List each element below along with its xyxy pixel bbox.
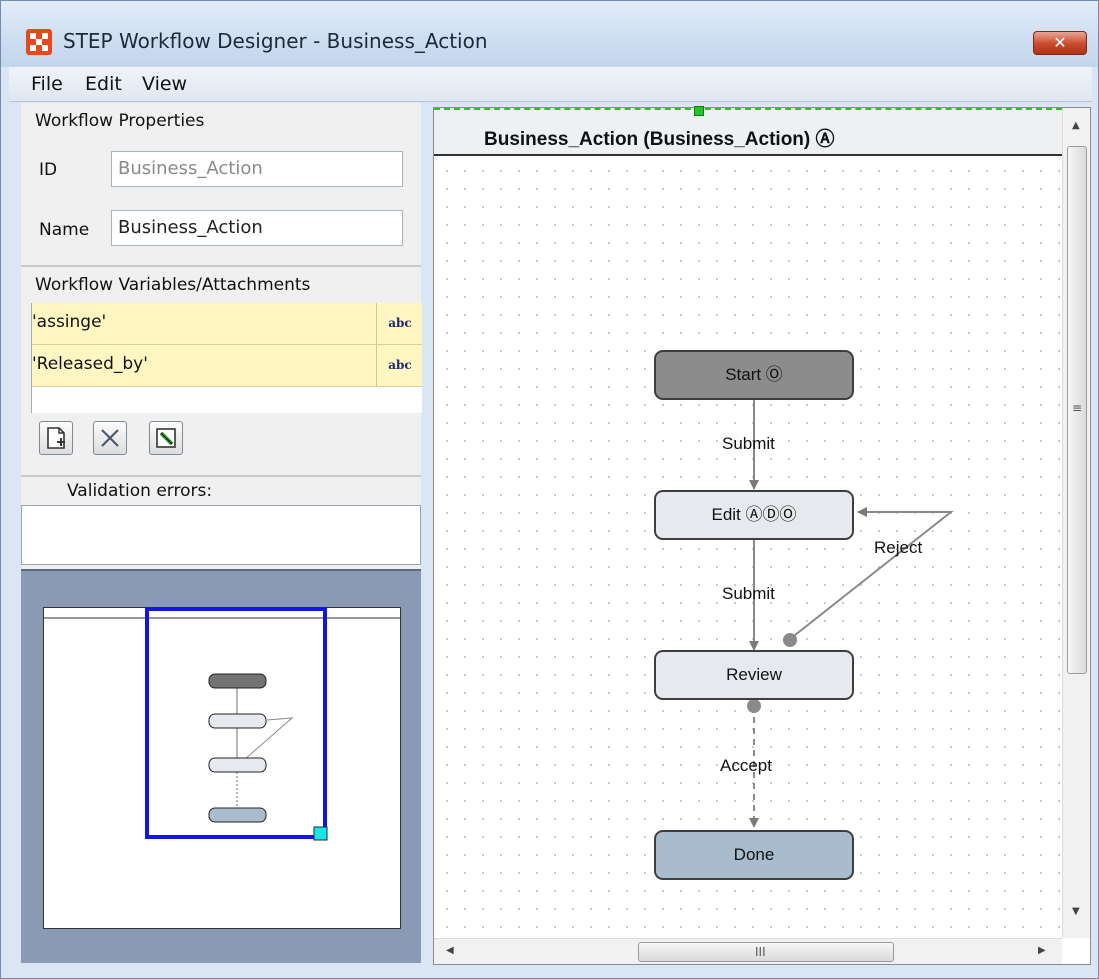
edge-source-dot bbox=[783, 633, 797, 647]
edge-label-submit: Submit bbox=[722, 434, 775, 453]
name-field[interactable]: Business_Action bbox=[111, 210, 403, 246]
workflow-canvas-title: Business_Action (Business_Action) Ⓐ bbox=[484, 129, 835, 150]
app-logo-icon bbox=[26, 29, 52, 55]
overview-minimap[interactable] bbox=[21, 569, 421, 963]
scroll-down-arrow-icon[interactable]: ▼ bbox=[1072, 906, 1080, 917]
horizontal-scroll-thumb[interactable]: III bbox=[638, 942, 894, 962]
node-done[interactable]: Done bbox=[654, 830, 854, 880]
new-document-icon bbox=[47, 427, 65, 449]
edit-variable-button[interactable] bbox=[149, 421, 183, 455]
menu-edit[interactable]: Edit bbox=[85, 73, 122, 95]
title-bar[interactable]: STEP Workflow Designer - Business_Action… bbox=[1, 1, 1098, 67]
edge-label-accept: Accept bbox=[720, 756, 772, 775]
node-review[interactable]: Review bbox=[654, 650, 854, 700]
validation-errors-title: Validation errors: bbox=[67, 481, 213, 501]
name-label: Name bbox=[39, 220, 90, 240]
scroll-grip-icon: ≡ bbox=[1072, 401, 1083, 415]
workflow-designer-window: STEP Workflow Designer - Business_Action… bbox=[0, 0, 1099, 979]
variable-name: 'Released_by' bbox=[32, 354, 148, 374]
horizontal-scrollbar[interactable]: ◀ III ▶ bbox=[434, 938, 1062, 964]
viewport-frame[interactable] bbox=[21, 571, 421, 965]
validation-errors-box bbox=[21, 505, 421, 565]
id-label: ID bbox=[39, 160, 58, 180]
node-start[interactable]: Start Ⓞ bbox=[654, 350, 854, 400]
window-title: STEP Workflow Designer - Business_Action bbox=[63, 29, 488, 53]
edge-label-reject: Reject bbox=[874, 538, 923, 557]
menu-file[interactable]: File bbox=[31, 73, 63, 95]
menu-view[interactable]: View bbox=[142, 73, 187, 95]
vertical-scroll-thumb[interactable]: ≡ bbox=[1067, 146, 1087, 674]
close-icon: ✕ bbox=[1053, 33, 1067, 52]
viewport-resize-handle[interactable] bbox=[313, 826, 328, 841]
scroll-right-arrow-icon[interactable]: ▶ bbox=[1038, 945, 1046, 956]
separator bbox=[21, 265, 421, 267]
workflow-variables-title: Workflow Variables/Attachments bbox=[35, 275, 311, 295]
canvas-header[interactable]: Business_Action (Business_Action) Ⓐ bbox=[434, 106, 1062, 156]
separator bbox=[21, 475, 421, 477]
variable-name: 'assinge' bbox=[32, 312, 107, 332]
node-edit[interactable]: Edit ⒶⒹⓄ bbox=[654, 490, 854, 540]
variables-list[interactable]: 'assinge' abc 'Released_by' abc bbox=[31, 303, 422, 413]
edge-source-dot bbox=[747, 699, 761, 713]
header-resize-handle[interactable] bbox=[694, 106, 704, 116]
workflow-canvas-panel: Business_Action (Business_Action) Ⓐ Star… bbox=[433, 106, 1091, 965]
delete-variable-button[interactable] bbox=[93, 421, 127, 455]
variable-row[interactable]: 'assinge' abc bbox=[32, 303, 422, 345]
workflow-canvas[interactable]: Start Ⓞ Edit ⒶⒹⓄ Review Done Submit Subm… bbox=[434, 156, 1062, 938]
scroll-up-arrow-icon[interactable]: ▲ bbox=[1072, 120, 1080, 131]
variable-row[interactable]: 'Released_by' abc bbox=[32, 345, 422, 387]
workflow-properties-title: Workflow Properties bbox=[35, 111, 205, 131]
edge-label-submit: Submit bbox=[722, 584, 775, 603]
workflow-edges bbox=[747, 400, 954, 828]
properties-panel: Workflow Properties ID Business_Action N… bbox=[21, 103, 422, 963]
edit-pencil-icon bbox=[156, 428, 176, 448]
add-variable-button[interactable] bbox=[39, 421, 73, 455]
close-button[interactable]: ✕ bbox=[1033, 31, 1087, 55]
vertical-scrollbar[interactable]: ▲ ≡ ▼ bbox=[1062, 108, 1090, 938]
scroll-left-arrow-icon[interactable]: ◀ bbox=[446, 945, 454, 956]
string-type-icon: abc bbox=[376, 303, 423, 344]
string-type-icon: abc bbox=[376, 345, 423, 386]
scroll-grip-icon: III bbox=[755, 945, 766, 959]
delete-x-icon bbox=[101, 429, 119, 447]
menu-bar: File Edit View bbox=[9, 67, 1092, 102]
id-field[interactable]: Business_Action bbox=[111, 151, 403, 187]
